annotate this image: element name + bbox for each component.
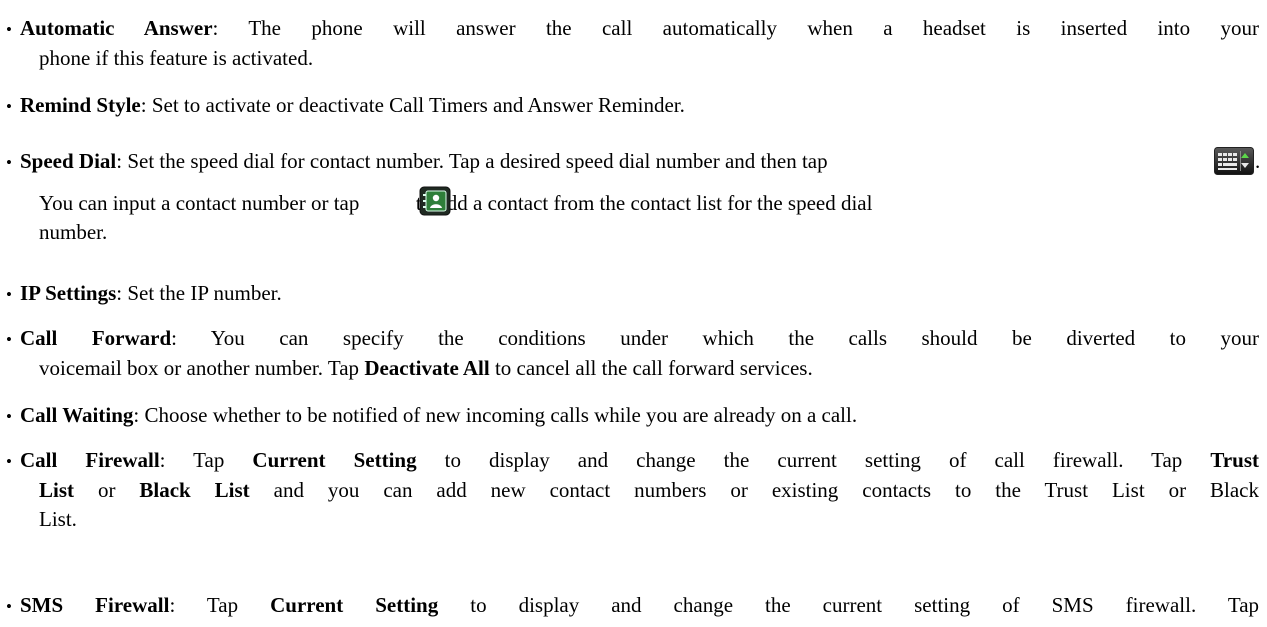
item-text: : Set to activate or deactivate Call Tim… — [140, 93, 685, 117]
term-current-setting: Current Setting — [252, 448, 417, 472]
item-text: to cancel all the call forward services. — [494, 356, 813, 380]
list-item-call-waiting: • Call Waiting: Choose whether to be noti… — [6, 401, 1259, 431]
term-remind-style: Remind Style — [20, 93, 141, 117]
list-item-speed-dial: • Speed Dial: Set the speed dial for cont… — [6, 147, 1261, 247]
term-sms-firewall: SMS Firewall — [20, 593, 170, 617]
bullet: • — [6, 20, 12, 39]
bullet: • — [6, 452, 12, 471]
list-item-sms-firewall: • SMS Firewall: Tap Current Setting to di… — [6, 591, 1259, 621]
bullet: • — [6, 330, 12, 349]
term-call-firewall: Call Firewall — [20, 448, 160, 472]
bullet: • — [6, 407, 12, 426]
item-text: : Tap — [159, 448, 225, 472]
item-text: voicemail box or another number. Tap — [39, 356, 360, 380]
contact-picker-icon — [419, 186, 451, 224]
period: . — [1255, 149, 1261, 173]
list-item-automatic-answer: • Automatic Answer: The phone will answer… — [6, 14, 1259, 73]
list-item-call-firewall: • Call Firewall: Tap Current Setting to d… — [6, 446, 1259, 534]
item-text: or — [97, 478, 116, 502]
term-call-forward: Call Forward — [20, 326, 172, 350]
item-text: : Choose whether to be notified of new i… — [133, 403, 858, 427]
bullet: • — [6, 597, 12, 616]
item-text: to add a contact from the contact list f… — [415, 191, 873, 215]
bullet: • — [6, 285, 12, 304]
item-text-continued: number. — [39, 220, 108, 244]
term-deactivate-all: Deactivate All — [364, 356, 490, 380]
term-list: List — [39, 478, 75, 502]
term-ip-settings: IP Settings — [20, 281, 117, 305]
item-text: : You can specify the conditions under w… — [171, 326, 1259, 350]
term-automatic-answer: Automatic Answer — [20, 16, 213, 40]
list-item-call-forward: • Call Forward: You can specify the condi… — [6, 324, 1259, 383]
item-text: to display and change the current settin… — [470, 593, 1260, 617]
item-text-continued: phone if this feature is activated. — [39, 46, 314, 70]
list-item-ip-settings: • IP Settings: Set the IP number. — [6, 279, 1259, 309]
bullet: • — [6, 97, 12, 116]
item-text: to display and change the current settin… — [444, 448, 1183, 472]
list-item-remind-style: • Remind Style: Set to activate or deacti… — [6, 91, 1259, 121]
document-page: • Automatic Answer: The phone will answer… — [0, 0, 1267, 627]
item-text: You can input a contact number or tap — [39, 191, 360, 215]
term-current-setting: Current Setting — [270, 593, 439, 617]
term-black-list: Black List — [139, 478, 250, 502]
item-text: : The phone will answer the call automat… — [212, 16, 1259, 40]
item-text: : Tap — [169, 593, 239, 617]
item-text: : Set the IP number. — [116, 281, 282, 305]
term-speed-dial: Speed Dial — [20, 149, 117, 173]
bullet: • — [6, 153, 12, 172]
keyboard-icon — [1214, 147, 1254, 183]
item-text-continued: List. — [39, 507, 77, 531]
item-text: and you can add new contact numbers or e… — [273, 478, 1259, 502]
term-trust: Trust — [1210, 448, 1259, 472]
term-call-waiting: Call Waiting — [20, 403, 134, 427]
item-text: : Set the speed dial for contact number.… — [116, 149, 828, 173]
